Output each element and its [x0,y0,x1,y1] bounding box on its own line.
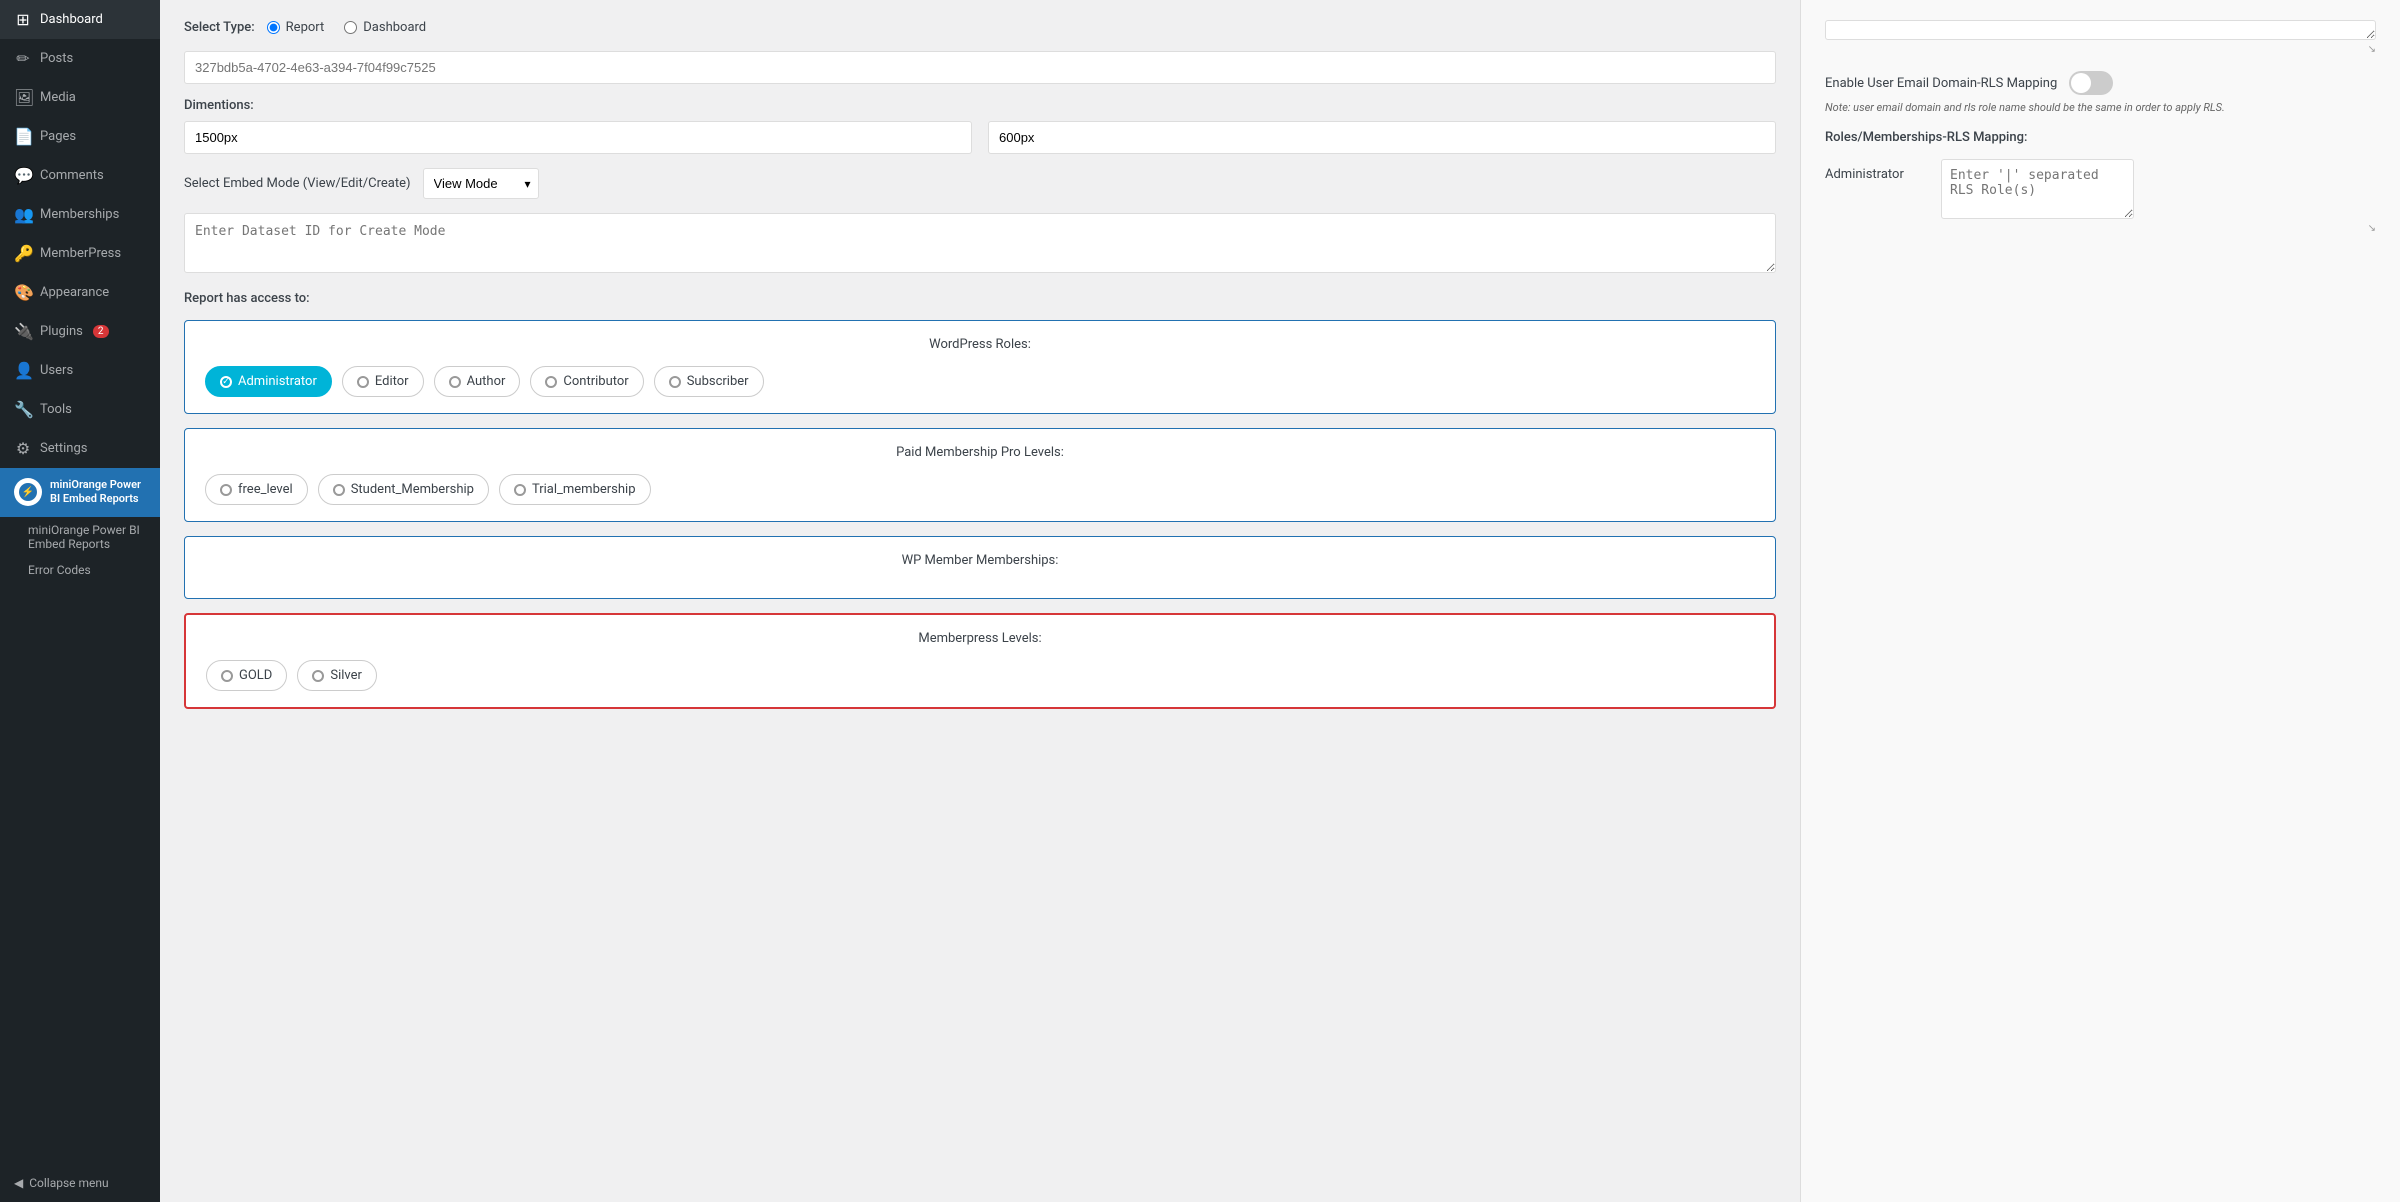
memberpress-icon: 🔑 [14,244,32,263]
silver-dot [312,670,324,682]
appearance-icon: 🎨 [14,283,32,302]
paid-membership-section: Paid Membership Pro Levels: free_level S… [184,428,1776,522]
sidebar-sub-error-codes[interactable]: Error Codes [0,557,160,583]
plugins-badge: 2 [93,325,109,338]
wp-member-title: WP Member Memberships: [205,553,1755,568]
rls-note: Note: user email domain and rls role nam… [1825,101,2376,114]
users-icon: 👤 [14,361,32,380]
settings-icon: ⚙ [14,439,32,458]
tools-icon: 🔧 [14,400,32,419]
rls-toggle-row: Enable User Email Domain-RLS Mapping [1825,71,2376,95]
role-chip-contributor[interactable]: Contributor [530,366,643,397]
trial-membership-dot [514,484,526,496]
sidebar-item-tools[interactable]: 🔧 Tools [0,390,160,429]
role-chip-author[interactable]: Author [434,366,521,397]
sidebar-item-memberpress[interactable]: 🔑 MemberPress [0,234,160,273]
collapse-icon: ◀ [14,1176,23,1190]
wp-member-section: WP Member Memberships: [184,536,1776,599]
rls-toggle-switch[interactable] [2069,71,2113,95]
media-icon: 🖼 [14,88,32,107]
role-chip-subscriber[interactable]: Subscriber [654,366,764,397]
memberpress-section: Memberpress Levels: GOLD Silver [184,613,1776,709]
memberpress-levels-list: GOLD Silver [206,660,1754,691]
sidebar-plugin-active[interactable]: ⚡ miniOrange Power BI Embed Reports [0,468,160,517]
posts-icon: ✏ [14,49,32,68]
select-type-row: Select Type: Report Dashboard [184,20,1776,35]
wordpress-roles-title: WordPress Roles: [205,337,1755,352]
report-radio-option[interactable]: Report [267,20,325,35]
memberpress-chip-gold[interactable]: GOLD [206,660,287,691]
report-radio[interactable] [267,21,280,34]
administrator-radio-dot [220,376,232,388]
sidebar-item-comments[interactable]: 💬 Comments [0,156,160,195]
sidebar-item-users[interactable]: 👤 Users [0,351,160,390]
dashboard-radio-option[interactable]: Dashboard [344,20,426,35]
sidebar-item-memberships[interactable]: 👥 Memberships [0,195,160,234]
role-chip-administrator[interactable]: Administrator [205,366,332,397]
role-chip-editor[interactable]: Editor [342,366,424,397]
embed-mode-row: Select Embed Mode (View/Edit/Create) Vie… [184,168,1776,199]
height-input[interactable] [988,121,1776,154]
membership-chip-trial[interactable]: Trial_membership [499,474,651,505]
rls-administrator-input[interactable] [1941,159,2134,219]
editor-radio-dot [357,376,369,388]
access-section-title: Report has access to: [184,291,1776,306]
wordpress-roles-section: WordPress Roles: Administrator Editor Au… [184,320,1776,414]
select-type-label: Select Type: [184,20,255,35]
rls-toggle-label: Enable User Email Domain-RLS Mapping [1825,76,2057,91]
left-panel: Select Type: Report Dashboard Dimentions… [160,0,1800,1202]
right-panel: ↘ Enable User Email Domain-RLS Mapping N… [1800,0,2400,1202]
embed-mode-select[interactable]: View Mode Edit Mode Create Mode [423,168,539,199]
membership-chip-free-level[interactable]: free_level [205,474,308,505]
top-textarea[interactable] [1825,20,2376,40]
wordpress-roles-list: Administrator Editor Author Contributor … [205,366,1755,397]
sidebar-sub-embed-reports[interactable]: miniOrange Power BI Embed Reports [0,517,160,557]
embed-mode-label: Select Embed Mode (View/Edit/Create) [184,176,411,191]
dimensions-label: Dimentions: [184,98,1776,113]
membership-chip-student[interactable]: Student_Membership [318,474,489,505]
subscriber-radio-dot [669,376,681,388]
top-textarea-resize: ↘ [1825,44,2376,55]
student-membership-dot [333,484,345,496]
embed-mode-wrapper: View Mode Edit Mode Create Mode [423,168,539,199]
sidebar-item-settings[interactable]: ⚙ Settings [0,429,160,468]
comments-icon: 💬 [14,166,32,185]
contributor-radio-dot [545,376,557,388]
sidebar-item-pages[interactable]: 📄 Pages [0,117,160,156]
dashboard-radio[interactable] [344,21,357,34]
main-content: Select Type: Report Dashboard Dimentions… [160,0,2400,1202]
sidebar-item-media[interactable]: 🖼 Media [0,78,160,117]
author-radio-dot [449,376,461,388]
memberpress-title: Memberpress Levels: [206,631,1754,646]
sidebar-item-dashboard[interactable]: ⊞ Dashboard [0,0,160,39]
sidebar: ⊞ Dashboard ✏ Posts 🖼 Media 📄 Pages 💬 Co… [0,0,160,1202]
rls-administrator-row: Administrator ↘ [1825,159,2376,234]
sidebar-item-appearance[interactable]: 🎨 Appearance [0,273,160,312]
rls-administrator-label: Administrator [1825,159,1925,182]
free-level-dot [220,484,232,496]
gold-dot [221,670,233,682]
paid-membership-title: Paid Membership Pro Levels: [205,445,1755,460]
pages-icon: 📄 [14,127,32,146]
dataset-id-textarea[interactable] [184,213,1776,273]
top-textarea-area: ↘ [1825,20,2376,55]
memberpress-chip-silver[interactable]: Silver [297,660,377,691]
rls-input-resize: ↘ [1941,223,2376,234]
dimensions-row [184,121,1776,154]
plugins-icon: 🔌 [14,322,32,341]
sidebar-item-posts[interactable]: ✏ Posts [0,39,160,78]
width-input[interactable] [184,121,972,154]
rls-administrator-input-wrapper: ↘ [1941,159,2376,234]
rls-mapping-title: Roles/Memberships-RLS Mapping: [1825,130,2376,145]
dashboard-icon: ⊞ [14,10,32,29]
paid-membership-list: free_level Student_Membership Trial_memb… [205,474,1755,505]
plugin-logo: ⚡ [14,478,42,506]
sidebar-item-plugins[interactable]: 🔌 Plugins 2 [0,312,160,351]
collapse-menu-button[interactable]: ◀ Collapse menu [0,1164,160,1202]
embed-id-input[interactable] [184,51,1776,84]
select-type-radio-group: Report Dashboard [267,20,426,35]
memberships-icon: 👥 [14,205,32,224]
